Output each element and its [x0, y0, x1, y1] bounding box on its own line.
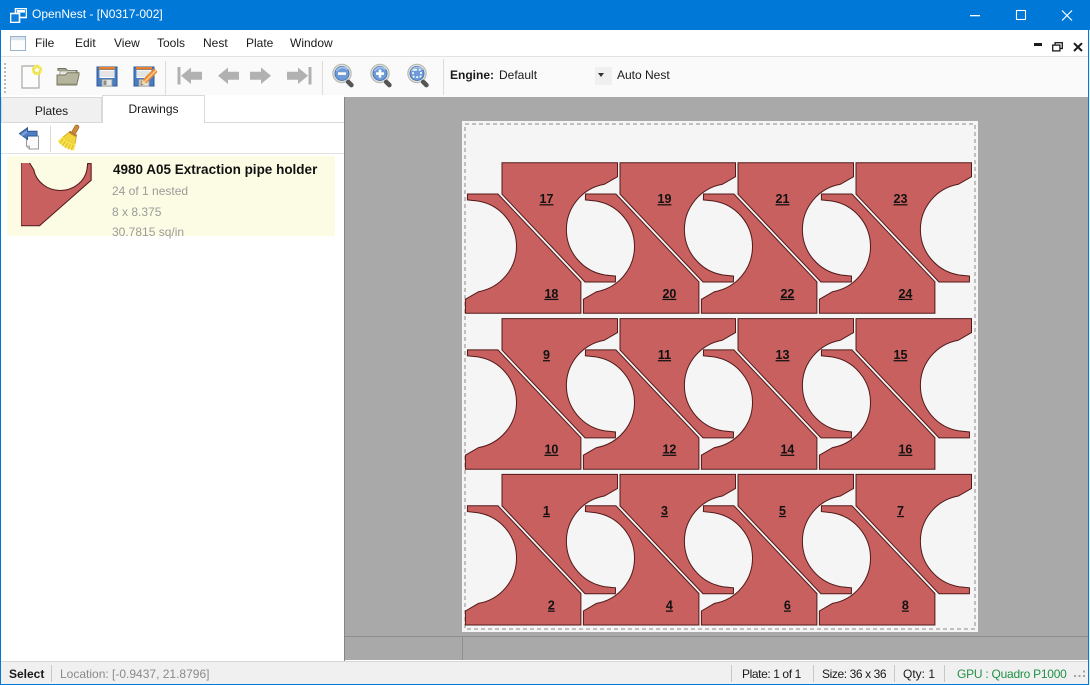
- svg-text:24: 24: [898, 286, 912, 300]
- svg-text:11: 11: [657, 348, 670, 362]
- svg-text:15: 15: [893, 348, 907, 362]
- svg-text:16: 16: [898, 442, 912, 456]
- svg-text:4: 4: [665, 598, 672, 612]
- svg-text:20: 20: [662, 286, 676, 300]
- svg-text:9: 9: [543, 348, 550, 362]
- svg-text:23: 23: [893, 192, 907, 206]
- svg-text:18: 18: [544, 286, 558, 300]
- svg-text:1: 1: [543, 503, 550, 517]
- svg-text:14: 14: [780, 442, 794, 456]
- svg-text:2: 2: [547, 598, 554, 612]
- svg-text:13: 13: [775, 348, 789, 362]
- svg-text:12: 12: [662, 442, 676, 456]
- svg-text:8: 8: [901, 598, 908, 612]
- svg-text:10: 10: [544, 442, 558, 456]
- svg-text:6: 6: [783, 598, 790, 612]
- svg-text:7: 7: [897, 503, 904, 517]
- svg-text:22: 22: [780, 286, 794, 300]
- svg-text:19: 19: [657, 192, 671, 206]
- svg-text:3: 3: [661, 503, 668, 517]
- svg-text:5: 5: [779, 503, 786, 517]
- svg-text:17: 17: [539, 192, 553, 206]
- svg-text:21: 21: [775, 192, 789, 206]
